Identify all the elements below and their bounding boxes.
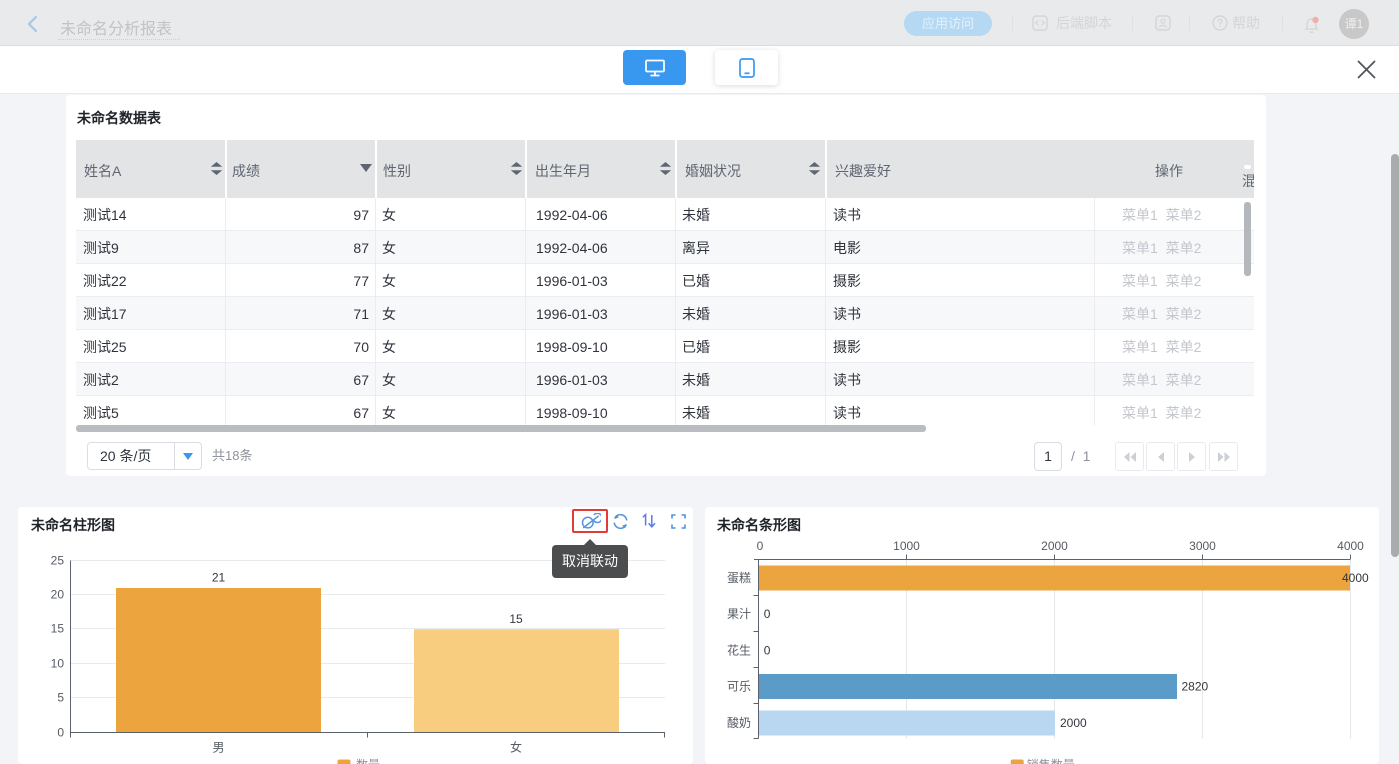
svg-text:15: 15 <box>509 612 523 626</box>
svg-text:2820: 2820 <box>1182 680 1209 694</box>
svg-text:20: 20 <box>51 588 65 602</box>
svg-text:4000: 4000 <box>1337 539 1364 553</box>
svg-text:可乐: 可乐 <box>727 680 751 694</box>
svg-text:2000: 2000 <box>1041 539 1068 553</box>
svg-text:0: 0 <box>764 644 771 658</box>
svg-text:0: 0 <box>764 607 771 621</box>
svg-text:0: 0 <box>57 726 64 740</box>
svg-text:花生: 花生 <box>727 643 751 658</box>
svg-text:男: 男 <box>212 741 224 755</box>
svg-text:10: 10 <box>51 657 65 671</box>
svg-text:2000: 2000 <box>1060 716 1087 730</box>
svg-text:数量: 数量 <box>356 757 380 764</box>
svg-text:1000: 1000 <box>893 539 920 553</box>
svg-text:销售数量: 销售数量 <box>1027 757 1075 764</box>
svg-text:果汁: 果汁 <box>727 607 751 621</box>
svg-text:酸奶: 酸奶 <box>727 715 751 730</box>
svg-text:4000: 4000 <box>1342 571 1369 585</box>
svg-text:25: 25 <box>51 554 65 568</box>
svg-text:15: 15 <box>51 622 65 636</box>
svg-text:女: 女 <box>510 740 522 755</box>
svg-text:21: 21 <box>212 571 226 585</box>
svg-text:蛋糕: 蛋糕 <box>727 571 751 585</box>
svg-text:0: 0 <box>757 539 764 553</box>
svg-text:3000: 3000 <box>1189 539 1216 553</box>
svg-text:5: 5 <box>57 691 64 705</box>
